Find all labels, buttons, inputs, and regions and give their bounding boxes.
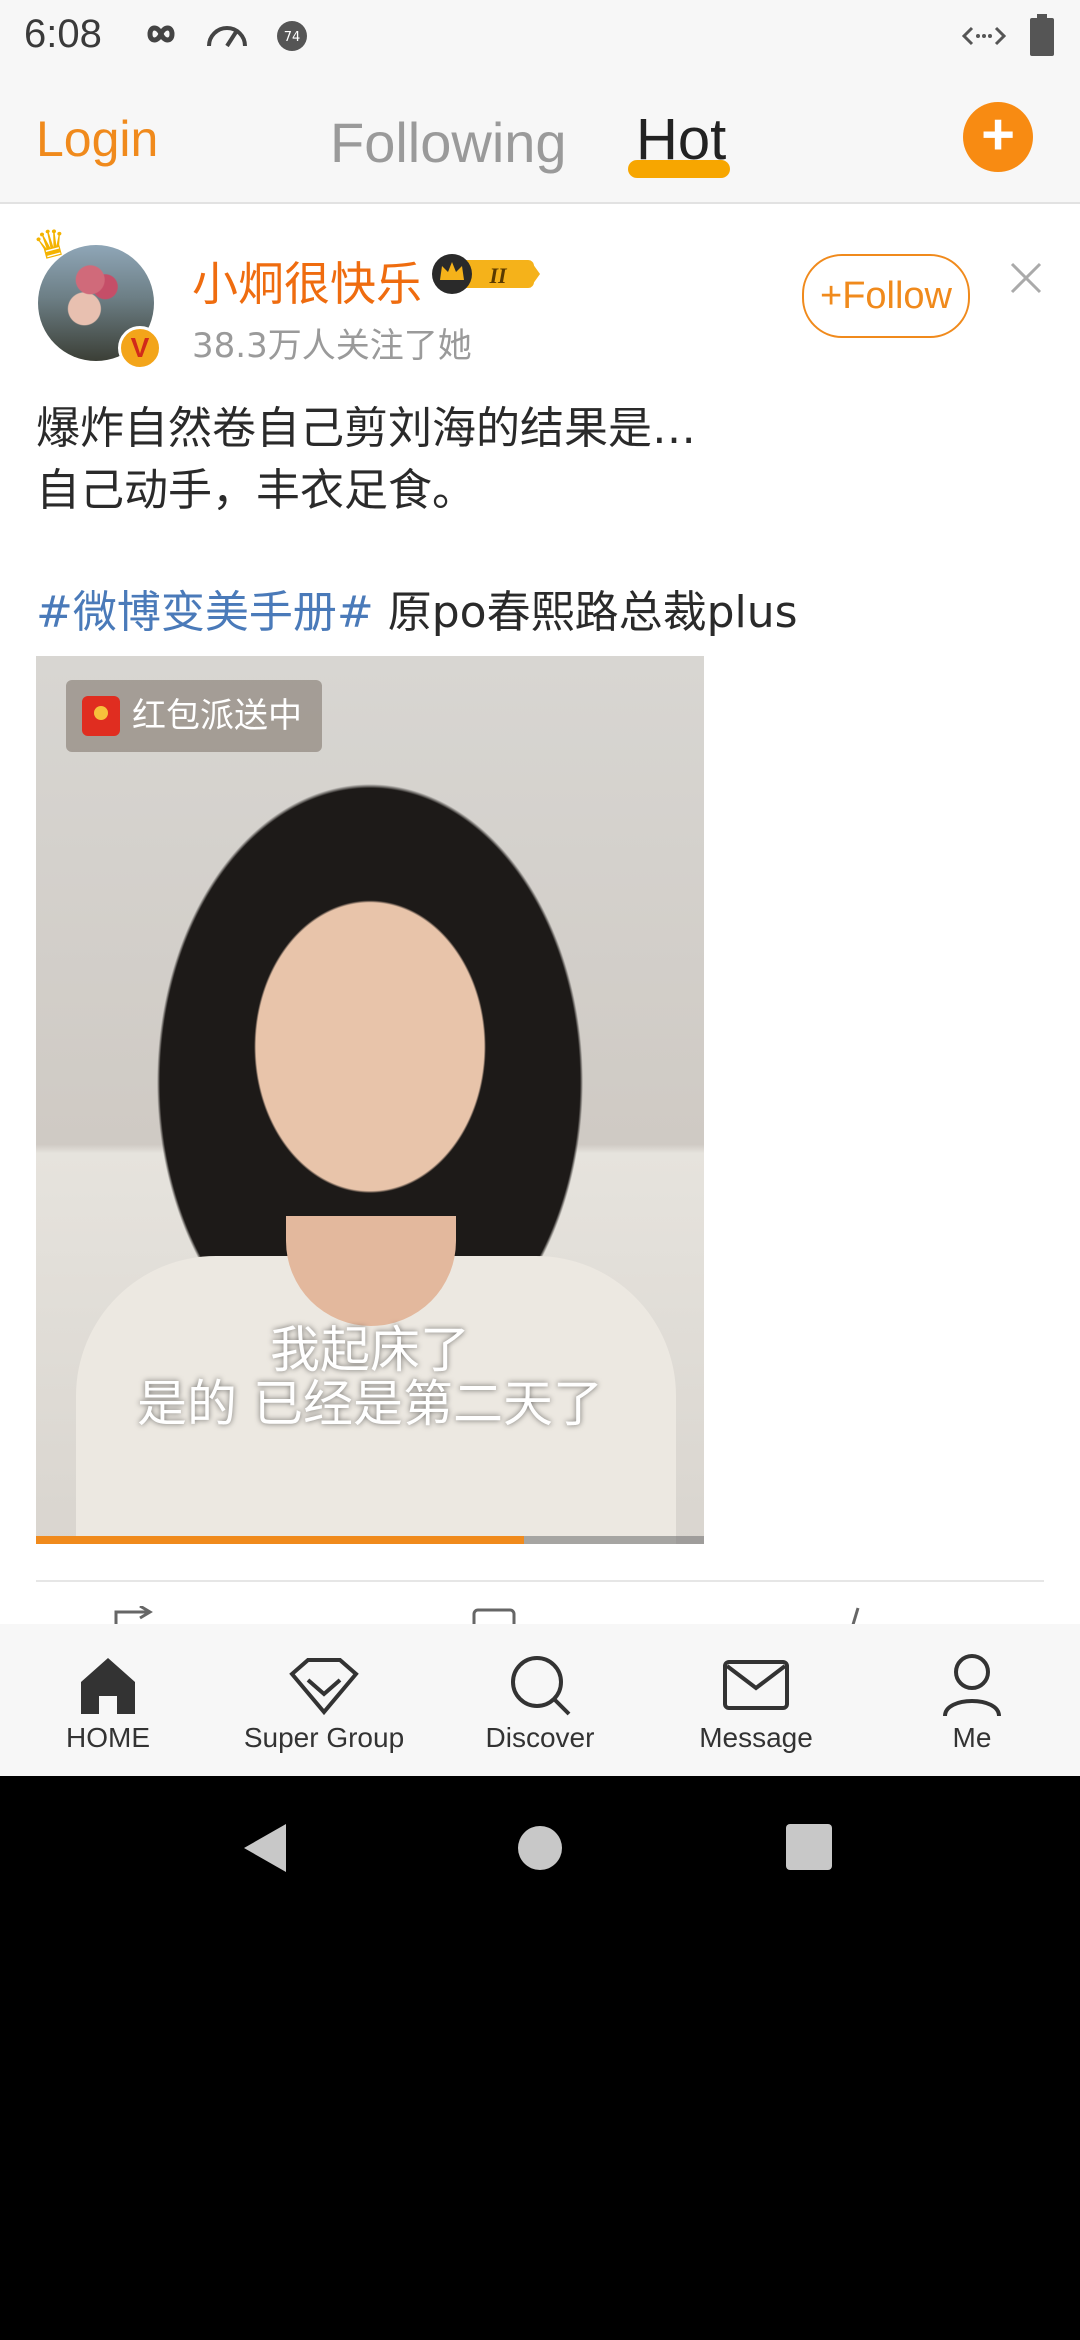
red-packet-icon (82, 696, 120, 736)
bottom-nav: HOME Super Group Discover Message Me (0, 1624, 1080, 1776)
back-icon[interactable] (242, 1822, 288, 1874)
tab-following[interactable]: Following (330, 110, 567, 175)
tab-message[interactable]: Message (686, 1652, 826, 1754)
search-icon (511, 1656, 571, 1716)
plus-icon: + (819, 275, 843, 317)
video-caption-line-2: 是的 已经是第二天了 (137, 1375, 603, 1433)
video-progress-bar[interactable] (36, 1536, 704, 1544)
speed-gauge-icon (207, 26, 247, 48)
username[interactable]: 小炯很快乐 (192, 248, 422, 314)
post-text-line-1: 爆炸自然卷自己剪刘海的结果是… (36, 403, 696, 454)
login-link[interactable]: Login (36, 110, 158, 168)
hashtag-link[interactable]: #微博变美手册# (36, 587, 374, 638)
battery-icon (1030, 14, 1054, 56)
post-text-line-3: #微博变美手册# 原po春熙路总裁plus (36, 576, 1046, 640)
post-text-line-3-body: 原po春熙路总裁plus (373, 587, 798, 638)
system-nav-bar (0, 1776, 1080, 1916)
tab-discover[interactable]: Discover (470, 1652, 610, 1754)
video-progress-fill (36, 1536, 524, 1544)
status-time: 6:08 (24, 12, 102, 56)
user-icon (943, 1654, 1001, 1717)
tab-super-group[interactable]: Super Group (232, 1652, 416, 1754)
close-icon[interactable] (1006, 258, 1046, 298)
post-text-line-2: 自己动手，丰衣足食。 (36, 465, 476, 516)
envelope-icon (723, 1660, 789, 1710)
tab-hot[interactable]: Hot (636, 106, 726, 173)
tab-home-label: HOME (66, 1722, 150, 1753)
app-screen: 6:08 74 Login Following Hot + ♛ V 小炯很快乐 … (0, 0, 1080, 1776)
follow-button[interactable]: +Follow (802, 254, 970, 338)
vip-level-badge-icon: II (432, 254, 540, 294)
home-icon (81, 1658, 135, 1714)
svg-text:74: 74 (284, 30, 301, 45)
tab-super-group-label: Super Group (243, 1722, 405, 1753)
crown-icon: ♛ (29, 220, 74, 270)
divider (36, 1580, 1044, 1582)
top-nav: Login Following Hot + (0, 72, 1080, 204)
red-packet-badge[interactable]: 红包派送中 (66, 680, 322, 752)
tab-message-label: Message (699, 1722, 813, 1753)
tab-me-label: Me (952, 1722, 992, 1753)
notification-badge-icon: 74 (277, 21, 307, 51)
follow-label: Follow (842, 275, 952, 317)
tab-home[interactable]: HOME (48, 1652, 168, 1754)
status-bar: 6:08 74 (0, 0, 1080, 72)
recents-icon[interactable] (786, 1824, 832, 1870)
red-packet-label: 红包派送中 (132, 696, 302, 736)
home-circle-icon[interactable] (516, 1824, 564, 1872)
follower-count: 38.3万人关注了她 (192, 326, 472, 366)
video-player[interactable]: 红包派送中 我起床了 是的 已经是第二天了 (36, 656, 704, 1544)
create-post-button[interactable]: + (963, 102, 1033, 172)
diamond-icon (289, 1658, 359, 1716)
svg-text:II: II (488, 263, 508, 288)
infinity-icon (147, 25, 175, 43)
tab-me[interactable]: Me (922, 1652, 1022, 1754)
verified-badge-icon: V (118, 326, 162, 370)
plus-icon: + (981, 102, 1015, 167)
data-transfer-icon (962, 26, 1006, 46)
tab-discover-label: Discover (485, 1722, 595, 1753)
